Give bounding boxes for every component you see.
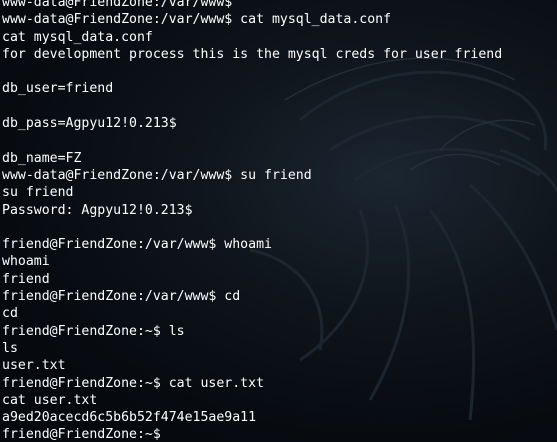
terminal-line: db_name=FZ — [2, 150, 82, 166]
terminal-line: friend — [2, 271, 50, 287]
terminal-line: whoami — [2, 254, 50, 270]
terminal-line: db_user=friend — [2, 81, 114, 97]
terminal-line: friend@FriendZone:/var/www$ cd — [2, 289, 241, 305]
terminal-line: cd — [2, 306, 18, 322]
terminal-line: www-data@FriendZone:/var/www$ — [2, 0, 233, 10]
terminal-line: Password: Agpyu12!0.213$ — [2, 202, 193, 218]
terminal-line: friend@FriendZone:~$ — [2, 427, 169, 442]
terminal-line: cat mysql_data.conf — [2, 29, 153, 45]
terminal-line: friend@FriendZone:~$ ls — [2, 323, 185, 339]
terminal-line: a9ed20acecd6c5b6b52f474e15ae9a11 — [2, 410, 257, 426]
terminal-line: friend@FriendZone:~$ cat user.txt — [2, 375, 265, 391]
terminal-line: friend@FriendZone:/var/www$ whoami — [2, 237, 272, 253]
terminal-output[interactable]: www-data@FriendZone:/var/www$ www-data@Fr… — [2, 0, 502, 442]
terminal-line: db_pass=Agpyu12!0.213$ — [2, 116, 177, 132]
terminal-line: ls — [2, 340, 18, 356]
terminal-line: su friend — [2, 185, 74, 201]
terminal-line: cat user.txt — [2, 392, 98, 408]
terminal-line: user.txt — [2, 358, 66, 374]
terminal-line: www-data@FriendZone:/var/www$ su friend — [2, 167, 312, 183]
terminal-line: for development process this is the mysq… — [2, 46, 503, 62]
terminal-line: www-data@FriendZone:/var/www$ cat mysql_… — [2, 12, 392, 28]
terminal-window[interactable]: www-data@FriendZone:/var/www$ www-data@Fr… — [0, 0, 557, 442]
